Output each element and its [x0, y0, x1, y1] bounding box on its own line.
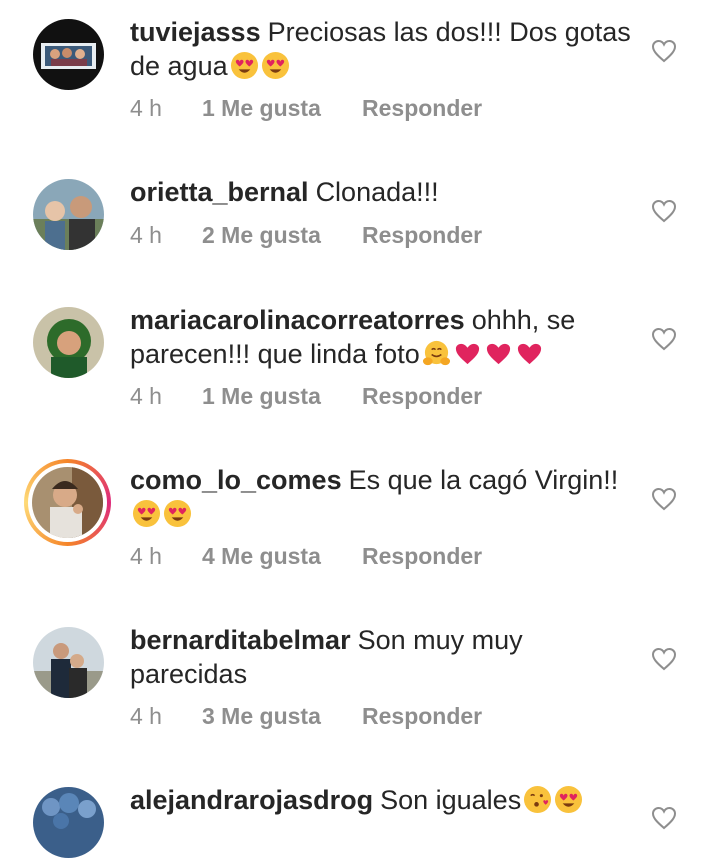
- avatar[interactable]: [33, 787, 104, 858]
- comment-time: 4 h: [130, 222, 162, 248]
- heart-eyes-icon: [261, 51, 290, 80]
- reply-button[interactable]: Responder: [362, 541, 482, 571]
- comment-username[interactable]: alejandrarojasdrog: [130, 785, 373, 815]
- comment-time: 4 h: [130, 543, 162, 569]
- heart-eyes-icon: [132, 499, 161, 528]
- avatar[interactable]: [33, 627, 104, 698]
- comment-body: Es que la cagó Virgin!!: [348, 465, 619, 495]
- kissing-heart-icon: [523, 785, 552, 814]
- heart-eyes-icon: [230, 51, 259, 80]
- comment-likes-link[interactable]: 2 Me gusta: [202, 220, 321, 250]
- comment-text: orietta_bernal Clonada!!!: [130, 175, 635, 209]
- reply-button[interactable]: Responder: [362, 220, 482, 250]
- heart-eyes-icon: [554, 785, 583, 814]
- comment-likes-link[interactable]: 4 Me gusta: [202, 541, 321, 571]
- comment-text: tuviejasss Preciosas las dos!!! Dos gotas…: [130, 15, 635, 83]
- reply-button[interactable]: Responder: [362, 93, 482, 123]
- comment-username[interactable]: mariacarolinacorreatorres: [130, 305, 465, 335]
- comment-text: bernarditabelmar Son muy muy parecidas: [130, 623, 635, 691]
- story-ring-avatar[interactable]: [24, 459, 111, 546]
- avatar: [32, 467, 103, 538]
- like-heart-icon[interactable]: [651, 487, 677, 511]
- comment-time: 4 h: [130, 95, 162, 121]
- hugging-face-icon: [422, 339, 451, 368]
- comment-body: Clonada!!!: [315, 177, 439, 207]
- comment-username[interactable]: orietta_bernal: [130, 177, 309, 207]
- like-heart-icon[interactable]: [651, 199, 677, 223]
- avatar[interactable]: [33, 307, 104, 378]
- comment-text: mariacarolinacorreatorres ohhh, se parece…: [130, 303, 635, 371]
- comment-username[interactable]: como_lo_comes: [130, 465, 342, 495]
- comment-body: Son iguales: [380, 785, 522, 815]
- like-heart-icon[interactable]: [651, 806, 677, 830]
- pink-heart-icon: [453, 339, 482, 368]
- like-heart-icon[interactable]: [651, 327, 677, 351]
- comment-text: como_lo_comes Es que la cagó Virgin!!: [130, 463, 635, 531]
- reply-button[interactable]: Responder: [362, 701, 482, 731]
- heart-eyes-icon: [163, 499, 192, 528]
- comment-likes-link[interactable]: 1 Me gusta: [202, 381, 321, 411]
- avatar[interactable]: [33, 179, 104, 250]
- comment-likes-link[interactable]: 3 Me gusta: [202, 701, 321, 731]
- comment-time: 4 h: [130, 703, 162, 729]
- comment-username[interactable]: tuviejasss: [130, 17, 261, 47]
- pink-heart-icon: [515, 339, 544, 368]
- comment-text: alejandrarojasdrog Son iguales: [130, 783, 635, 817]
- reply-button[interactable]: Responder: [362, 381, 482, 411]
- comment-username[interactable]: bernarditabelmar: [130, 625, 351, 655]
- avatar[interactable]: [33, 19, 104, 90]
- pink-heart-icon: [484, 339, 513, 368]
- comment-time: 4 h: [130, 383, 162, 409]
- like-heart-icon[interactable]: [651, 39, 677, 63]
- like-heart-icon[interactable]: [651, 647, 677, 671]
- comment-likes-link[interactable]: 1 Me gusta: [202, 93, 321, 123]
